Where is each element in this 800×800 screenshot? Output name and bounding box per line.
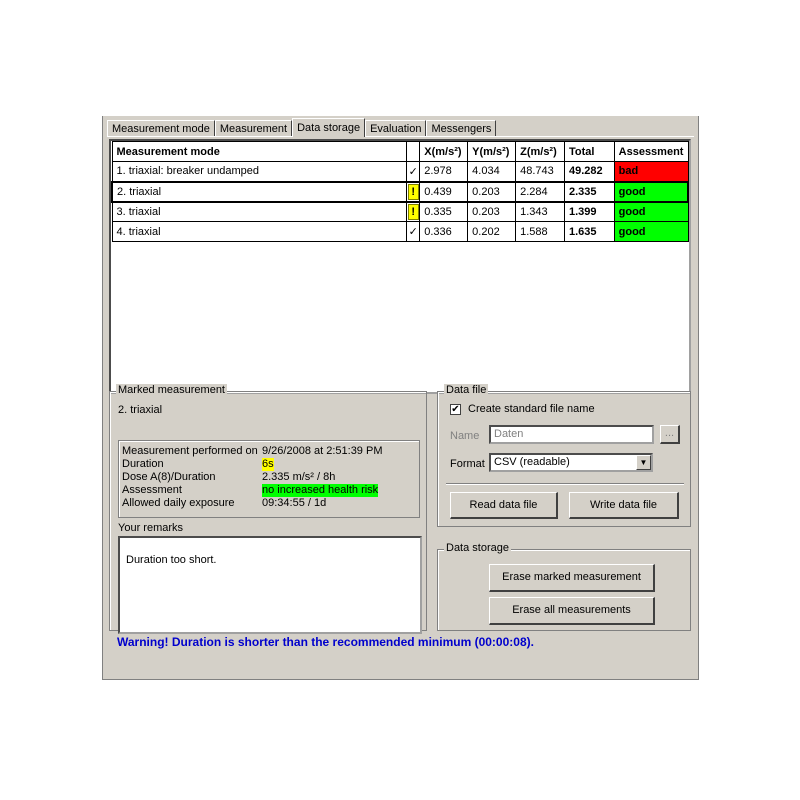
column-header-flag[interactable] [406, 141, 421, 162]
cell-assessment: bad [613, 161, 689, 182]
cell-z: 1.343 [515, 201, 565, 222]
status-warning-message: Warning! Duration is shorter than the re… [117, 635, 534, 649]
create-standard-name-checkbox[interactable]: ✔ [450, 404, 461, 415]
cell-assessment: good [613, 201, 689, 222]
table-row-selected[interactable]: 2. triaxial ! 0.439 0.203 2.284 2.335 go… [111, 180, 689, 203]
warning-icon: ! [407, 203, 419, 220]
cell-z: 1.588 [515, 221, 565, 242]
marked-measurement-group: Marked measurement 2. triaxial Measureme… [109, 384, 427, 634]
cell-z: 48.743 [515, 161, 565, 182]
table-row[interactable]: 4. triaxial ✓ 0.336 0.202 1.588 1.635 go… [111, 221, 689, 242]
format-selected-value: CSV (readable) [494, 456, 570, 468]
table-row[interactable]: 1. triaxial: breaker undamped ✓ 2.978 4.… [111, 161, 689, 182]
cell-x: 2.978 [419, 161, 469, 182]
data-file-group: Data file ✔ Create standard file name Na… [437, 384, 691, 527]
cell-total: 1.635 [563, 221, 615, 242]
cell-assessment: good [613, 180, 689, 203]
erase-marked-measurement-button[interactable]: Erase marked measurement [489, 564, 655, 592]
read-data-file-button[interactable]: Read data file [450, 492, 558, 519]
data-storage-legend: Data storage [444, 542, 511, 554]
tab-panel-border [107, 136, 694, 137]
table-header-row: Measurement mode X(m/s²) Y(m/s²) Z(m/s²)… [111, 141, 689, 162]
cell-mode: 3. triaxial [111, 201, 408, 222]
table-row[interactable]: 3. triaxial ! 0.335 0.203 1.343 1.399 go… [111, 201, 689, 222]
column-header-assessment[interactable]: Assessment [613, 141, 689, 162]
cell-y: 0.203 [467, 201, 517, 222]
cell-y: 4.034 [467, 161, 517, 182]
cell-total: 1.399 [563, 201, 615, 222]
cell-total: 49.282 [563, 161, 615, 182]
cell-mode: 4. triaxial [111, 221, 408, 242]
data-storage-group: Data storage Erase marked measurement Er… [437, 542, 691, 631]
write-data-file-button[interactable]: Write data file [569, 492, 679, 519]
cell-total: 2.335 [563, 180, 615, 203]
cell-assessment: good [613, 221, 689, 242]
measurement-info-box: Measurement performed on 9/26/2008 at 2:… [118, 440, 420, 518]
performed-label: Measurement performed on [122, 445, 258, 457]
format-label: Format [450, 458, 485, 470]
tab-strip: Measurement mode Measurement Data storag… [107, 118, 497, 137]
exposure-label: Allowed daily exposure [122, 497, 235, 509]
assessment-value: no increased health risk [262, 484, 379, 497]
performed-value: 9/26/2008 at 2:51:39 PM [262, 445, 383, 457]
format-select[interactable]: CSV (readable) ▼ [489, 453, 653, 472]
cell-x: 0.439 [419, 180, 469, 203]
erase-all-measurements-button[interactable]: Erase all measurements [489, 597, 655, 625]
data-storage-window: Measurement mode Measurement Data storag… [102, 116, 699, 680]
name-label: Name [450, 430, 480, 442]
tab-data-storage[interactable]: Data storage [292, 118, 366, 137]
column-header-total[interactable]: Total [563, 141, 615, 162]
cell-mode: 2. triaxial [111, 180, 408, 203]
cell-y: 0.202 [467, 221, 517, 242]
measurements-table: Measurement mode X(m/s²) Y(m/s²) Z(m/s²)… [111, 141, 689, 242]
chevron-down-icon[interactable]: ▼ [636, 455, 651, 470]
duration-label: Duration [122, 458, 164, 470]
data-file-separator [446, 483, 684, 485]
column-header-z[interactable]: Z(m/s²) [515, 141, 565, 162]
assessment-label: Assessment [122, 484, 182, 496]
warning-icon-cell: ! [406, 201, 421, 222]
cell-z: 2.284 [515, 180, 565, 203]
browse-button[interactable]: ... [660, 425, 680, 444]
column-header-x[interactable]: X(m/s²) [419, 141, 469, 162]
cell-y: 0.203 [467, 180, 517, 203]
remarks-textarea[interactable]: Duration too short. [118, 536, 422, 634]
data-file-legend: Data file [444, 384, 489, 396]
check-icon: ✓ [406, 161, 421, 182]
tab-measurement[interactable]: Measurement [214, 120, 293, 137]
check-icon: ✓ [406, 221, 421, 242]
measurements-table-container[interactable]: Measurement mode X(m/s²) Y(m/s²) Z(m/s²)… [109, 139, 691, 394]
warning-icon: ! [407, 183, 419, 200]
cell-x: 0.335 [419, 201, 469, 222]
cell-x: 0.336 [419, 221, 469, 242]
warning-icon-cell: ! [406, 180, 421, 203]
remarks-label: Your remarks [118, 522, 184, 534]
dose-label: Dose A(8)/Duration [122, 471, 216, 483]
column-header-y[interactable]: Y(m/s²) [467, 141, 517, 162]
marked-measurement-legend: Marked measurement [116, 384, 227, 396]
exposure-value: 09:34:55 / 1d [262, 497, 327, 509]
create-standard-name-label[interactable]: Create standard file name [468, 403, 595, 415]
tab-measurement-mode[interactable]: Measurement mode [107, 120, 215, 137]
duration-value: 6s [262, 458, 274, 471]
tab-messengers[interactable]: Messengers [426, 120, 497, 137]
column-header-mode[interactable]: Measurement mode [111, 141, 408, 162]
file-name-input[interactable]: Daten [489, 425, 654, 444]
tab-evaluation[interactable]: Evaluation [365, 120, 427, 137]
marked-measurement-name: 2. triaxial [118, 404, 163, 416]
dose-value: 2.335 m/s² / 8h [262, 471, 336, 483]
cell-mode: 1. triaxial: breaker undamped [111, 161, 408, 182]
